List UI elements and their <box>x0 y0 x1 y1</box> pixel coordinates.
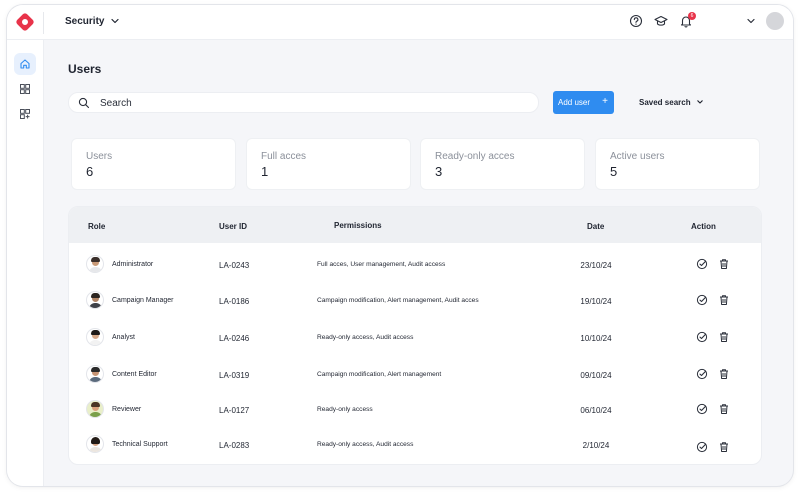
avatar <box>86 328 104 346</box>
trash-icon[interactable] <box>718 441 730 453</box>
row-user-id: LA-0283 <box>219 441 250 450</box>
check-circle-icon[interactable] <box>696 294 708 306</box>
column-header-permissions[interactable]: Permissions <box>334 221 382 230</box>
table-row[interactable]: Reviewer LA-0127 Ready-only access 06/10… <box>69 392 761 428</box>
row-date: 10/10/24 <box>580 334 612 343</box>
chevron-down-icon <box>111 18 120 24</box>
stat-value: 3 <box>435 164 443 179</box>
check-circle-icon[interactable] <box>696 258 708 270</box>
section-title: Security <box>65 15 105 27</box>
check-circle-icon[interactable] <box>696 403 708 415</box>
row-date: 23/10/24 <box>580 261 612 270</box>
avatar <box>86 365 104 383</box>
saved-search-label: Saved search <box>639 97 691 107</box>
check-circle-icon[interactable] <box>696 331 708 343</box>
avatar <box>86 435 104 453</box>
stat-card-full-access: Full acces 1 <box>246 138 411 190</box>
section-switcher[interactable]: Security <box>65 15 121 27</box>
row-date: 06/10/24 <box>580 406 612 415</box>
row-role: Technical Support <box>112 441 168 448</box>
sidebar-item-add-widget[interactable] <box>14 103 36 125</box>
row-user-id: LA-0127 <box>219 406 250 415</box>
column-header-user-id[interactable]: User ID <box>219 222 247 231</box>
search-input[interactable] <box>100 95 520 111</box>
row-user-id: LA-0246 <box>219 334 250 343</box>
sidebar-item-dashboard[interactable] <box>14 78 36 100</box>
table-header: Role User ID Permissions Date Action <box>69 207 761 243</box>
row-user-id: LA-0243 <box>219 261 250 270</box>
brand-logo[interactable] <box>15 12 35 32</box>
row-permissions: Ready-only access <box>317 406 373 413</box>
table-row[interactable]: Analyst LA-0246 Ready-only access, Audit… <box>69 320 761 356</box>
help-icon[interactable] <box>629 14 643 28</box>
graduation-cap-icon[interactable] <box>654 14 668 28</box>
row-role: Analyst <box>112 334 135 341</box>
chevron-down-icon <box>696 100 703 104</box>
row-permissions: Campaign modification, Alert management,… <box>317 297 479 304</box>
stat-value: 1 <box>261 164 269 179</box>
trash-icon[interactable] <box>718 403 730 415</box>
row-user-id: LA-0186 <box>219 297 250 306</box>
notification-badge: 6 <box>688 12 696 20</box>
row-role: Campaign Manager <box>112 297 174 304</box>
add-user-label: Add user <box>558 98 591 107</box>
stat-label: Active users <box>610 151 665 162</box>
topbar-divider <box>43 12 44 34</box>
trash-icon[interactable] <box>718 258 730 270</box>
row-date: 19/10/24 <box>580 297 612 306</box>
avatar <box>86 291 104 309</box>
row-permissions: Full acces, User management, Audit acces… <box>317 261 446 268</box>
stat-value: 6 <box>86 164 94 179</box>
row-permissions: Ready-only access, Audit access <box>317 334 414 341</box>
table-row[interactable]: Administrator LA-0243 Full acces, User m… <box>69 247 761 283</box>
stat-card-users: Users 6 <box>71 138 236 190</box>
app-window: Security 6 Users Search Add user + Saved… <box>7 5 793 486</box>
home-icon <box>20 59 30 69</box>
stat-value: 5 <box>610 164 618 179</box>
stat-label: Users <box>86 151 113 162</box>
sidebar-item-home[interactable] <box>14 53 36 75</box>
row-role: Content Editor <box>112 371 157 378</box>
user-avatar[interactable] <box>766 12 784 30</box>
trash-icon[interactable] <box>718 294 730 306</box>
trash-icon[interactable] <box>718 331 730 343</box>
avatar <box>86 255 104 273</box>
plus-icon: + <box>602 96 608 107</box>
saved-search-dropdown[interactable]: Saved search <box>639 97 705 107</box>
chevron-down-icon[interactable] <box>744 14 758 28</box>
row-date: 2/10/24 <box>582 441 610 450</box>
stat-label: Full acces <box>261 151 307 162</box>
row-role: Reviewer <box>112 406 142 413</box>
dashboard-icon <box>20 84 30 94</box>
column-header-role[interactable]: Role <box>88 222 105 231</box>
row-permissions: Campaign modification, Alert management <box>317 371 442 378</box>
row-role: Administrator <box>112 261 154 268</box>
stat-card-active-users: Active users 5 <box>595 138 760 190</box>
check-circle-icon[interactable] <box>696 368 708 380</box>
trash-icon[interactable] <box>718 368 730 380</box>
column-header-action: Action <box>691 222 716 231</box>
row-permissions: Ready-only access, Audit access <box>317 441 414 448</box>
table-row[interactable]: Content Editor LA-0319 Campaign modifica… <box>69 357 761 393</box>
row-date: 09/10/24 <box>580 371 612 380</box>
top-bar: Security 6 <box>7 5 793 40</box>
table-row[interactable]: Campaign Manager LA-0186 Campaign modifi… <box>69 283 761 319</box>
add-user-button[interactable]: Add user + <box>553 91 614 114</box>
search-bar[interactable] <box>68 92 539 113</box>
stat-card-read-only: Ready-only acces 3 <box>420 138 585 190</box>
table-row[interactable]: Technical Support LA-0283 Ready-only acc… <box>69 427 761 463</box>
column-header-date[interactable]: Date <box>587 222 604 231</box>
page-title: Users <box>68 62 102 76</box>
check-circle-icon[interactable] <box>696 441 708 453</box>
avatar <box>86 400 104 418</box>
add-widget-icon <box>20 109 30 119</box>
users-table: Role User ID Permissions Date Action Adm… <box>68 206 762 465</box>
row-user-id: LA-0319 <box>219 371 250 380</box>
stat-label: Ready-only acces <box>435 151 515 162</box>
search-icon <box>78 97 90 109</box>
sidebar <box>7 40 44 486</box>
